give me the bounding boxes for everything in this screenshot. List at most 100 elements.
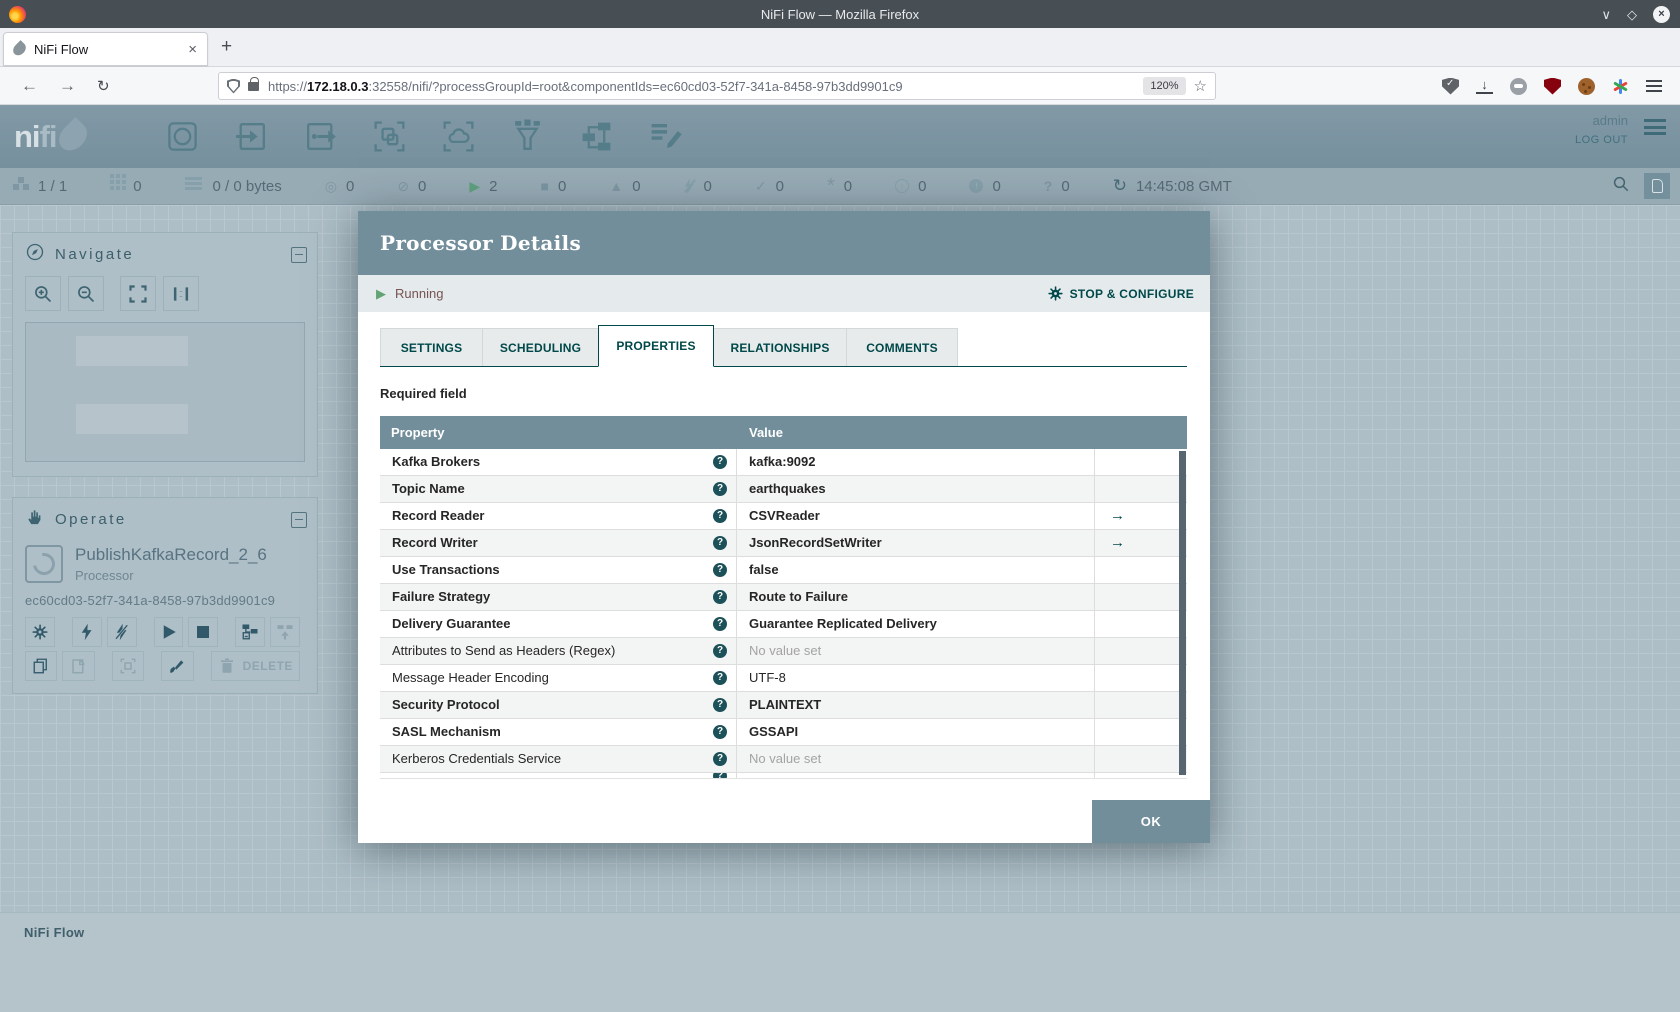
tab-settings[interactable]: SETTINGS [380,328,483,366]
help-icon[interactable]: ? [713,644,727,658]
tab-scheduling[interactable]: SCHEDULING [482,328,599,366]
start-button[interactable] [153,617,184,647]
browser-tab[interactable]: NiFi Flow × [3,32,208,66]
minimap-processor [76,336,188,366]
collapse-icon[interactable] [291,246,307,263]
help-icon[interactable]: ? [713,773,727,778]
downloads-icon[interactable]: ↓ [1476,78,1493,94]
copy-button[interactable] [25,651,58,681]
table-header: Property Value [380,416,1187,449]
status-history-button[interactable] [1644,173,1670,199]
group-button[interactable] [111,651,145,681]
change-color-button[interactable] [161,651,194,681]
ok-button[interactable]: OK [1092,800,1210,843]
hand-icon [25,507,45,532]
bookmark-star-icon[interactable]: ☆ [1194,77,1207,95]
minimap-processor [76,404,188,434]
tab-strip: NiFi Flow × + [0,28,1680,67]
stop-button[interactable] [188,617,219,647]
help-icon[interactable]: ? [713,671,727,685]
enable-button[interactable] [71,617,102,647]
tab-comments[interactable]: COMMENTS [846,328,958,366]
zoom-level-badge[interactable]: 120% [1143,77,1186,95]
value-cell: No value set [737,638,1095,664]
help-icon[interactable]: ? [713,752,727,766]
value-cell: Route to Failure [737,584,1095,610]
pinwheel-extension-icon[interactable] [1612,78,1629,95]
processor-icon[interactable] [162,117,202,157]
document-icon [1651,179,1663,193]
menu-icon[interactable] [1646,80,1662,92]
help-icon[interactable]: ? [713,509,727,523]
reload-icon[interactable]: ↻ [97,77,110,95]
property-row: Message Header Encoding ? UTF-8 [380,665,1187,692]
help-icon[interactable]: ? [713,536,727,550]
zoom-out-button[interactable] [68,276,104,311]
help-icon[interactable]: ? [713,617,727,631]
funnel-icon[interactable] [507,117,547,157]
new-tab-button[interactable]: + [221,36,232,58]
protections-shield-icon[interactable] [1442,77,1459,95]
help-icon[interactable]: ? [713,455,727,469]
configure-button[interactable] [25,617,55,647]
zoom-in-button[interactable] [25,276,61,311]
go-to-service-icon[interactable]: → [1110,534,1125,551]
upload-template-button[interactable] [270,617,301,647]
lock-icon[interactable] [248,76,259,91]
delete-button[interactable]: DELETE [210,651,301,681]
save-template-button[interactable] [235,617,266,647]
logout-link[interactable]: LOG OUT [1575,134,1628,146]
back-icon[interactable]: ← [21,76,38,96]
close-icon[interactable]: × [1653,5,1670,23]
value-column-header: Value [749,425,783,440]
template-icon[interactable] [576,117,616,157]
remote-process-group-icon[interactable] [438,117,478,157]
tab-properties[interactable]: PROPERTIES [598,325,714,367]
tab-relationships[interactable]: RELATIONSHIPS [713,328,847,366]
stop-and-configure-button[interactable]: STOP & CONFIGURE [1047,285,1194,302]
tab-close-icon[interactable]: × [188,41,197,58]
url-bar[interactable]: https://172.18.0.3:32558/nifi/?processGr… [218,72,1216,100]
disable-button[interactable] [106,617,137,647]
paste-button[interactable] [62,651,95,681]
scrollbar-thumb[interactable] [1179,451,1186,775]
tracking-protection-icon[interactable] [227,78,240,94]
status-disabled: 0 [684,178,712,195]
refresh-icon[interactable]: ↻ [1113,176,1127,196]
help-icon[interactable]: ? [713,698,727,712]
running-icon: ▶ [469,178,481,194]
forward-icon[interactable]: → [59,76,76,96]
go-to-service-icon[interactable]: → [1110,507,1125,524]
help-icon[interactable]: ? [713,563,727,577]
breadcrumb-bar: NiFi Flow [0,912,1680,1012]
breadcrumb[interactable]: NiFi Flow [24,925,84,940]
label-icon[interactable] [645,117,685,157]
help-icon[interactable]: ? [713,725,727,739]
cookie-extension-icon[interactable] [1578,77,1595,95]
url-text[interactable]: https://172.18.0.3:32558/nifi/?processGr… [268,79,1135,94]
processor-badge-icon [25,545,63,583]
mask-extension-icon[interactable] [1510,77,1527,95]
ublock-extension-icon[interactable] [1544,77,1561,95]
url-path: :32558/nifi/?processGroupId=root&compone… [368,78,903,94]
process-group-icon[interactable] [369,117,409,157]
property-name: Message Header Encoding [392,670,549,685]
stop-and-configure-label: STOP & CONFIGURE [1069,286,1194,301]
dialog-status-bar: ▶ Running STOP & CONFIGURE [358,275,1210,312]
maximize-icon[interactable]: ◇ [1627,8,1637,21]
status-transmitting: ◎ 0 [324,177,355,195]
status-queued: 0 / 0 bytes [184,176,282,195]
global-menu-icon[interactable] [1644,119,1666,135]
zoom-actual-size-button[interactable] [163,276,199,311]
input-port-icon[interactable] [231,117,271,157]
property-value: earthquakes [749,481,826,496]
zoom-fit-button[interactable] [120,276,156,311]
help-icon[interactable]: ? [713,590,727,604]
output-port-icon[interactable] [300,117,340,157]
search-icon[interactable] [1612,175,1630,197]
minimize-icon[interactable]: ∨ [1601,8,1611,21]
collapse-icon[interactable] [291,511,307,528]
birdseye-minimap[interactable] [25,322,305,462]
property-value: CSVReader [749,508,820,523]
help-icon[interactable]: ? [713,482,727,496]
